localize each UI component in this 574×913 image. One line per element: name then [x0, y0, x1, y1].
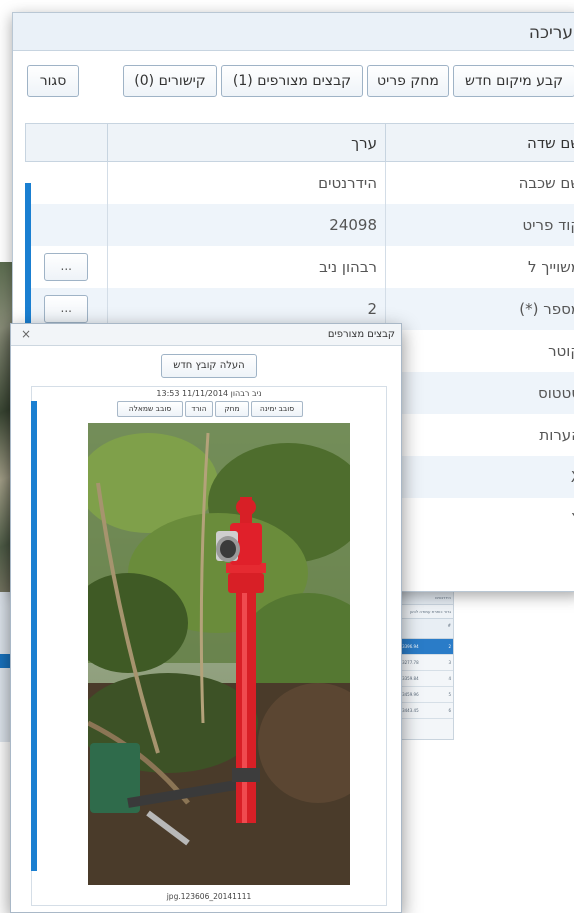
field-name: קוטר	[386, 330, 574, 372]
rotate-right-button[interactable]: סובב ימינה	[251, 401, 303, 417]
lookup-button[interactable]: ...	[44, 253, 88, 281]
hydrant-photo-image	[88, 423, 350, 885]
field-name: הערות	[386, 414, 574, 456]
field-name: X	[386, 456, 574, 498]
close-icon[interactable]: ×	[21, 327, 31, 341]
attachments-dialog: קבצים מצורפים × העלה קובץ חדש ניב רבהון …	[10, 323, 402, 913]
cell-n: 5	[448, 692, 451, 702]
column-value[interactable]: ערך	[108, 124, 386, 162]
row-actions	[26, 204, 108, 246]
cell-n: 4	[448, 676, 451, 686]
field-name: Y	[386, 498, 574, 540]
table-row[interactable]: 24098 קוד פריט	[26, 204, 574, 246]
row-actions: ...	[26, 246, 108, 288]
row-actions	[26, 162, 108, 204]
hydrant-photo[interactable]	[88, 423, 350, 885]
lookup-button[interactable]: ...	[44, 295, 88, 323]
field-name: שם שכבה	[386, 162, 574, 204]
set-location-button[interactable]: קבע מיקום חדש	[453, 65, 574, 97]
table-row[interactable]: 223396.94 2	[395, 639, 453, 655]
attachment-item: ניב רבהון 11/11/2014 13:53 סובב ימינה מח…	[31, 386, 387, 906]
download-button[interactable]: הורד	[185, 401, 213, 417]
table-row[interactable]: 223359.84 4	[395, 671, 453, 687]
links-button[interactable]: קישורים (0)	[123, 65, 217, 97]
cell-n: 3	[448, 660, 451, 670]
field-name: משוייך ל	[386, 246, 574, 288]
rotate-left-button[interactable]: סובב שמאלה	[117, 401, 183, 417]
attachment-meta: ניב רבהון 11/11/2014 13:53	[32, 389, 386, 398]
field-value[interactable]: רבהון ניב	[108, 246, 386, 288]
column-field-name[interactable]: שם שדה	[386, 124, 574, 162]
delete-attachment-button[interactable]: מחק	[215, 401, 249, 417]
attachment-filename: jpg.123606_20141111	[32, 892, 386, 901]
column-hash[interactable]: #	[448, 623, 451, 638]
attachments-button[interactable]: קבצים מצורפים (1)	[221, 65, 363, 97]
background-table-group-hint: גרור כותרת עמודה לכאן	[395, 605, 453, 619]
field-value[interactable]: הידרנטים	[108, 162, 386, 204]
attachment-selection-indicator	[31, 401, 37, 871]
column-actions	[26, 124, 108, 162]
background-table: הידרנטים גרור כותרת עמודה לכאן X # 22339…	[394, 590, 454, 740]
table-row[interactable]: 223443.45 6	[395, 703, 453, 719]
dialog-title: עריכה	[13, 13, 574, 51]
field-name: מספר (*)	[386, 288, 574, 330]
upload-file-button[interactable]: העלה קובץ חדש	[161, 354, 257, 378]
table-row[interactable]: ... רבהון ניב משוייך ל	[26, 246, 574, 288]
field-name: קוד פריט	[386, 204, 574, 246]
cell-n: 2	[448, 644, 451, 654]
background-table-header: X #	[395, 619, 453, 639]
row-selection-indicator	[25, 183, 31, 343]
field-value[interactable]: 24098	[108, 204, 386, 246]
field-name: סטטוס	[386, 372, 574, 414]
close-button[interactable]: סגור	[27, 65, 79, 97]
delete-item-button[interactable]: מחק פריט	[367, 65, 449, 97]
attachments-title-bar: קבצים מצורפים ×	[11, 324, 401, 346]
attachments-title: קבצים מצורפים	[328, 329, 395, 340]
cell-n: 6	[448, 708, 451, 718]
background-table-title: הידרנטים	[395, 591, 453, 605]
toolbar: קבע מיקום חדש מחק פריט קבצים מצורפים (1)…	[13, 65, 574, 101]
table-row[interactable]: הידרנטים שם שכבה	[26, 162, 574, 204]
table-row[interactable]: 223277.78 3	[395, 655, 453, 671]
table-row[interactable]: 223459.96 5	[395, 687, 453, 703]
